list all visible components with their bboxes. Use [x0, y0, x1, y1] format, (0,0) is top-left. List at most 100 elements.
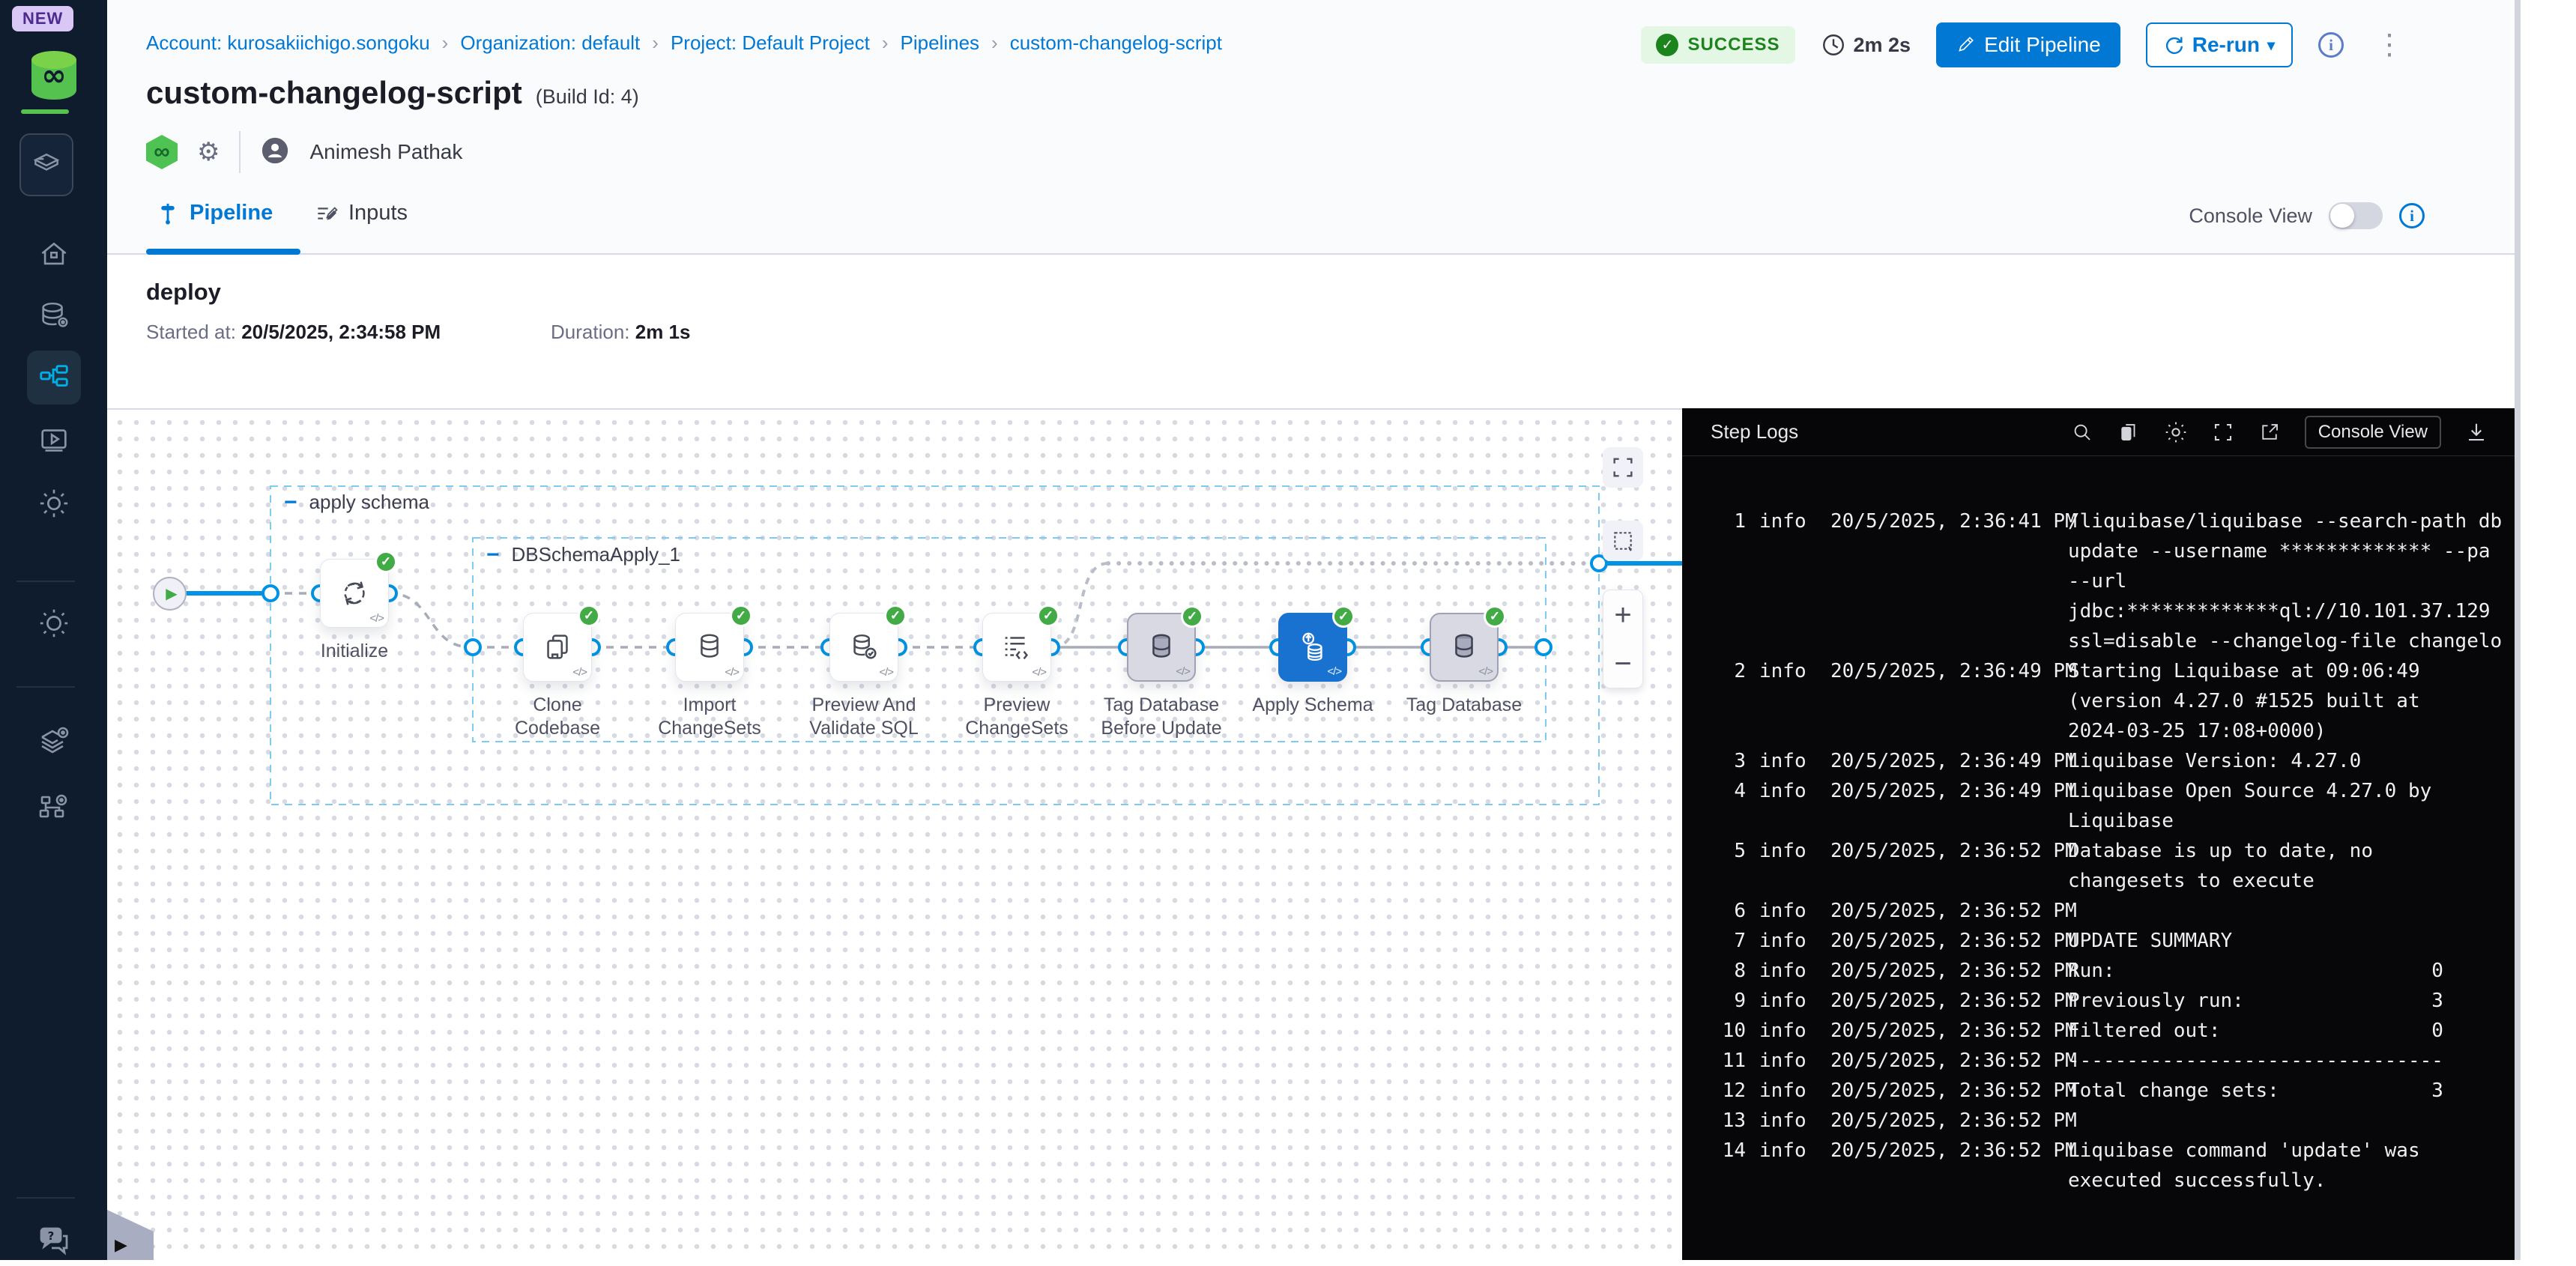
log-open-new-tab-icon[interactable] [2258, 421, 2281, 443]
step-node-tag-database[interactable]: ✓</> [1430, 613, 1499, 682]
sidebar-item-pipelines[interactable] [27, 351, 81, 405]
step-node-preview-changesets[interactable]: ✓</> [982, 613, 1051, 682]
log-message [2068, 896, 2515, 926]
log-level: info [1759, 986, 1830, 1016]
harness-dbops-logo-icon[interactable]: ∞ [25, 49, 83, 107]
module-selector-button[interactable] [19, 133, 73, 196]
sidebar-divider [16, 1197, 75, 1199]
log-timestamp: 20/5/2025, 2:36:52 PM [1830, 926, 2068, 956]
app-sidebar: NEW ∞ [0, 0, 107, 1260]
template-code-icon: </> [1032, 666, 1046, 679]
console-view-info-icon[interactable]: i [2399, 203, 2425, 228]
log-settings-icon[interactable] [2164, 420, 2188, 444]
sidebar-item-pipeline-settings[interactable] [27, 779, 81, 833]
more-options-menu[interactable]: ⋮ [2369, 31, 2410, 59]
pipeline-tab-icon [157, 202, 179, 225]
log-timestamp: 20/5/2025, 2:36:52 PM [1830, 1016, 2068, 1046]
breadcrumb-link[interactable]: custom-changelog-script [1010, 31, 1222, 55]
log-row: 8 info 20/5/2025, 2:36:52 PM Run: 0 [1708, 956, 2515, 986]
zoom-out-button[interactable]: − [1614, 649, 1631, 679]
stage-start-node[interactable]: ▶ [153, 577, 187, 611]
sidebar-item-settings[interactable] [27, 476, 81, 530]
pipeline-canvas[interactable]: ▶ − apply schema − DBSchemaApply_1 ✓</>I… [107, 408, 1682, 1260]
inputs-tab-icon [314, 202, 338, 225]
log-fullscreen-icon[interactable] [2212, 421, 2234, 443]
rerun-info-icon[interactable]: i [2318, 32, 2344, 58]
step-node-import-changesets[interactable]: ✓</> [675, 613, 744, 682]
rerun-icon [2164, 34, 2185, 55]
step-success-icon: ✓ [730, 605, 752, 627]
log-row: 12 info 20/5/2025, 2:36:52 PM Total chan… [1708, 1076, 2515, 1106]
status-badge: ✓ SUCCESS [1641, 26, 1795, 64]
template-code-icon: </> [572, 666, 587, 679]
log-line-number: 6 [1708, 896, 1746, 926]
log-line-number: 11 [1708, 1046, 1746, 1076]
step-node-tag-database-before-update[interactable]: ✓</> [1127, 613, 1196, 682]
log-message: Liquibase command 'update' was [2068, 1136, 2515, 1166]
breadcrumb-link[interactable]: Pipelines [901, 31, 980, 55]
log-level: info [1759, 1016, 1830, 1046]
log-level [1759, 686, 1830, 716]
log-line-number: 9 [1708, 986, 1746, 1016]
help-chat-icon[interactable]: ? [27, 1212, 81, 1266]
tab-pipeline[interactable]: Pipeline [157, 201, 273, 225]
sidebar-item-executions[interactable] [27, 414, 81, 467]
log-line-number [1708, 626, 1746, 656]
pencil-icon [1956, 35, 1975, 55]
log-timestamp [1830, 806, 2068, 836]
edit-pipeline-button[interactable]: Edit Pipeline [1936, 22, 2120, 67]
log-level [1759, 536, 1830, 566]
sidebar-item-account-settings[interactable] [27, 596, 81, 650]
sidebar-divider [16, 581, 75, 582]
log-row: 10 info 20/5/2025, 2:36:52 PM Filtered o… [1708, 1016, 2515, 1046]
log-line-number: 8 [1708, 956, 1746, 986]
log-level [1759, 806, 1830, 836]
pipeline-wires [107, 410, 1682, 1260]
breadcrumb-link[interactable]: Organization: default [460, 31, 640, 55]
template-code-icon: </> [1327, 665, 1341, 678]
log-search-icon[interactable] [2071, 421, 2093, 443]
log-row: 7 info 20/5/2025, 2:36:52 PM UPDATE SUMM… [1708, 926, 2515, 956]
collapse-icon[interactable]: − [284, 491, 297, 514]
stage-info: deploy Started at: 20/5/2025, 2:34:58 PM… [107, 256, 2515, 408]
template-code-icon: </> [1478, 665, 1493, 678]
step-node-preview-and-validate-sql[interactable]: ✓</> [829, 613, 898, 682]
log-message: UPDATE SUMMARY [2068, 926, 2515, 956]
log-console-view-button[interactable]: Console View [2305, 416, 2441, 449]
step-logs-body[interactable]: 1 info 20/5/2025, 2:36:41 PM /liquibase/… [1682, 457, 2515, 1260]
collapse-icon[interactable]: − [486, 544, 500, 566]
zoom-in-button[interactable]: + [1614, 600, 1631, 630]
zoom-controls: + − [1603, 590, 1643, 688]
sidebar-item-databases[interactable] [27, 288, 81, 342]
pipeline-config-gear-icon[interactable]: ⚙ [197, 137, 220, 167]
console-view-toggle[interactable] [2329, 202, 2383, 229]
svg-text:∞: ∞ [41, 58, 66, 93]
group-dbschemaapply[interactable]: − DBSchemaApply_1 [486, 543, 680, 566]
log-level: info [1759, 506, 1830, 536]
step-node-clone-codebase[interactable]: ✓</> [523, 613, 592, 682]
tab-inputs[interactable]: Inputs [314, 201, 408, 225]
breadcrumb-link[interactable]: Project: Default Project [671, 31, 870, 55]
rerun-button[interactable]: Re-run ▾ [2146, 22, 2293, 67]
step-success-icon: ✓ [578, 605, 600, 627]
log-message: /liquibase/liquibase --search-path db [2068, 506, 2515, 536]
log-download-icon[interactable] [2465, 421, 2488, 443]
group-apply-schema[interactable]: − apply schema [284, 491, 429, 514]
log-level: info [1759, 656, 1830, 686]
log-line-number: 13 [1708, 1106, 1746, 1136]
sidebar-item-home[interactable] [27, 228, 81, 282]
log-copy-icon[interactable] [2117, 421, 2140, 443]
sidebar-item-environments[interactable] [27, 713, 81, 767]
step-success-icon: ✓ [375, 551, 397, 573]
log-message: Total change sets: 3 [2068, 1076, 2515, 1106]
main-area: Account: kurosakiichigo.songoku›Organiza… [107, 0, 2515, 1260]
step-node-apply-schema[interactable]: ✓</> [1278, 613, 1347, 682]
marquee-select-button[interactable] [1603, 521, 1643, 561]
new-badge: NEW [12, 6, 73, 31]
log-message [2068, 1106, 2515, 1136]
fit-to-screen-button[interactable] [1603, 447, 1643, 488]
log-message: (version 4.27.0 #1525 built at [2068, 686, 2515, 716]
breadcrumb-link[interactable]: Account: kurosakiichigo.songoku [146, 31, 430, 55]
step-node-initialize[interactable]: ✓</> [320, 559, 389, 628]
tab-bar: Pipeline Inputs Console View i [107, 190, 2515, 255]
